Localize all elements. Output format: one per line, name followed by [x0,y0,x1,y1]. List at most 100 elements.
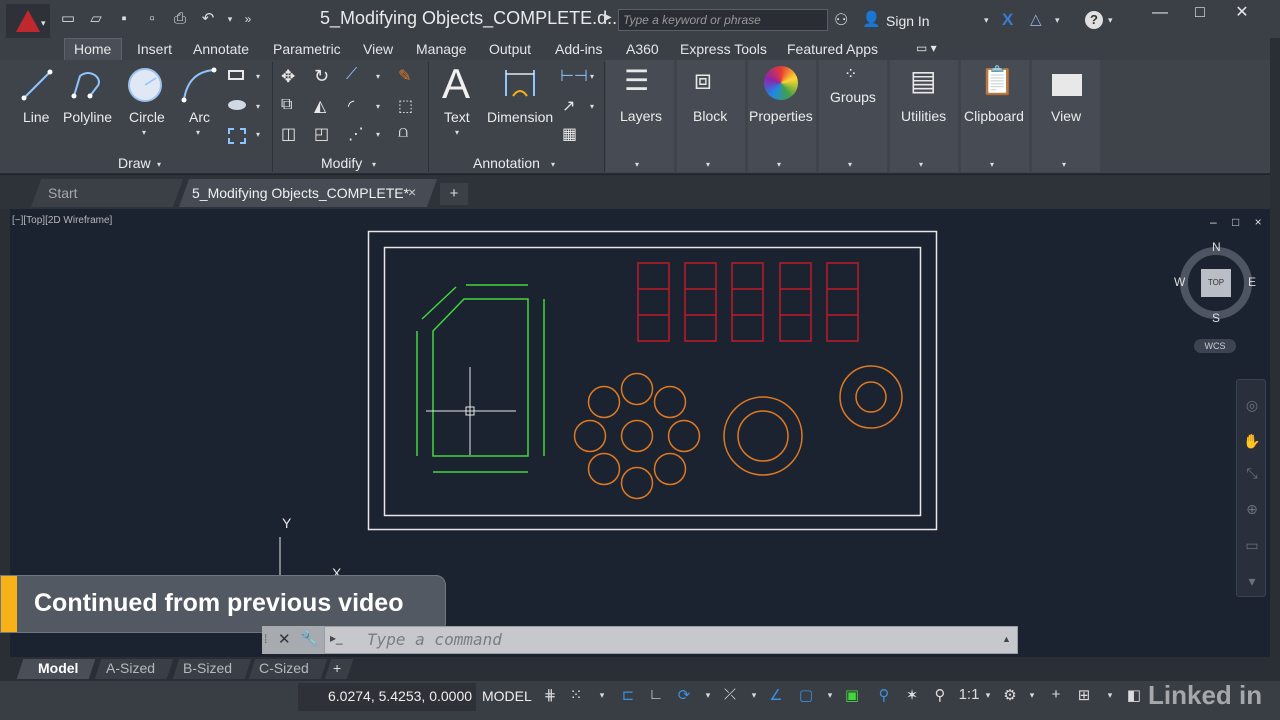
table-icon[interactable]: ▦ [562,124,577,144]
boundary-icon[interactable] [228,128,246,144]
close-icon[interactable]: ✕ [278,630,291,648]
tab-parametric[interactable]: Parametric [273,41,341,57]
chevron-down-icon[interactable]: ▾ [372,160,376,169]
tab-add-ins[interactable]: Add-ins [555,41,602,57]
close-icon[interactable]: ✕ [1222,4,1262,24]
wcs-menu-button[interactable]: WCS [1194,339,1236,353]
object-snap-icon[interactable]: ▢ [796,686,816,704]
chevron-down-icon[interactable]: ▾ [376,102,380,111]
save-icon[interactable]: ▪ [114,10,134,28]
workspace-gear-icon[interactable]: ⚙ [1000,686,1020,704]
chevron-down-icon[interactable]: ▾ [256,102,260,111]
tab-start[interactable]: Start [48,185,78,201]
binoculars-icon[interactable]: ⚇ [834,10,848,30]
wrench-icon[interactable]: 🔧 [300,630,319,648]
compass-e[interactable]: E [1248,275,1256,289]
application-menu-button[interactable]: ▾ [6,4,50,38]
object-snap-tracking-icon[interactable]: ∠ [766,686,786,704]
scale-icon[interactable]: ◰ [314,124,329,144]
dynamic-input-icon[interactable]: ⊏ [618,686,638,704]
zoom-icon[interactable]: ⤡ [1243,464,1261,482]
trim-icon[interactable]: ⟋ [346,66,357,84]
steering-wheel-icon[interactable]: ◎ [1243,396,1261,414]
add-layout-icon[interactable]: + [333,660,341,676]
circle-button[interactable]: Circle [129,109,165,125]
move-icon[interactable]: ✥ [281,67,295,87]
save-as-icon[interactable]: ▫ [142,10,162,28]
polyline-button[interactable]: Polyline [63,109,112,125]
chevron-down-icon[interactable]: ▾ [376,130,380,139]
chevron-down-icon[interactable]: ▾ [706,160,710,169]
chevron-down-icon[interactable]: ▾ [142,128,146,137]
tab-c-sized[interactable]: C-Sized [259,660,309,676]
chevron-down-icon[interactable]: ▾ [635,160,639,169]
tab-b-sized[interactable]: B-Sized [183,660,232,676]
arc-button[interactable]: Arc [189,109,210,125]
chevron-down-icon[interactable]: ▾ [777,160,781,169]
chevron-down-icon[interactable]: ▾ [698,690,718,701]
isolate-objects-icon[interactable]: ◧ [1124,686,1144,704]
chevron-down-icon[interactable]: ▾ [848,160,852,169]
navbar-menu-icon[interactable]: ▾ [1243,572,1261,590]
user-icon[interactable]: 👤 [862,10,881,28]
open-icon[interactable]: ▱ [86,10,106,28]
chevron-down-icon[interactable]: ▾ [1100,690,1120,701]
viewcube-top-face[interactable]: TOP [1201,269,1231,297]
new-icon[interactable]: ▭ [58,10,78,28]
erase-icon[interactable]: ✎ [398,66,411,86]
compass-w[interactable]: W [1174,275,1185,289]
tab-home[interactable]: Home [74,41,111,57]
tab-output[interactable]: Output [489,41,531,57]
ortho-icon[interactable]: ∟ [646,686,666,703]
command-placeholder[interactable]: Type a command [367,630,502,649]
copy-icon[interactable]: ⧉ [281,96,292,114]
search-arrow-icon[interactable]: ▶ [604,12,612,23]
leader-icon[interactable]: ↗ [562,96,575,116]
chevron-down-icon[interactable]: ▾ [1022,690,1042,701]
viewcube[interactable]: TOP N S E W [1170,237,1262,337]
coordinates-readout[interactable]: 6.0274, 5.4253, 0.0000 [328,688,472,704]
exchange-apps-icon[interactable]: X [1002,10,1013,30]
view-button[interactable]: View [1051,108,1081,124]
chevron-down-icon[interactable]: ▾ [820,690,840,701]
grid-icon[interactable]: ⋕ [540,686,560,704]
compass-s[interactable]: S [1212,311,1220,325]
tab-model[interactable]: Model [38,660,78,676]
chevron-down-icon[interactable]: ▾ [590,102,594,111]
orbit-icon[interactable]: ⊕ [1243,500,1261,518]
mirror-icon[interactable]: ◭ [314,96,326,116]
chevron-down-icon[interactable]: ▾ [256,130,260,139]
utilities-button[interactable]: Utilities [901,108,946,124]
hatch-icon[interactable] [228,100,246,110]
clipboard-button[interactable]: Clipboard [964,108,1024,124]
tab-annotate[interactable]: Annotate [193,41,249,57]
chevron-down-icon[interactable]: ▾ [455,128,459,137]
pan-icon[interactable]: ✋ [1243,432,1261,450]
maximize-icon[interactable]: □ [1180,4,1220,24]
polar-tracking-icon[interactable]: ⟳ [674,686,694,704]
chevron-down-icon[interactable]: ▾ [1108,15,1113,26]
units-icon[interactable]: ⊞ [1074,686,1094,704]
model-space-button[interactable]: MODEL [482,688,532,704]
annotation-scale-icon[interactable]: ⚲ [930,686,950,704]
offset-icon[interactable]: ⩍ [398,124,408,142]
compass-n[interactable]: N [1212,240,1221,254]
layers-button[interactable]: Layers [620,108,662,124]
tab-express-tools[interactable]: Express Tools [680,41,767,57]
undo-icon[interactable]: ↶ [198,10,218,28]
annotation-monitor-icon[interactable]: + [1046,686,1066,703]
fillet-icon[interactable]: ◜ [348,96,354,116]
tab-a-sized[interactable]: A-Sized [106,660,155,676]
grip-icon[interactable]: ⁞ [264,632,267,646]
chevron-down-icon[interactable]: ▾ [551,160,555,169]
autodesk-icon[interactable]: △ [1030,10,1042,28]
close-tab-icon[interactable]: × [408,184,416,200]
tab-manage[interactable]: Manage [416,41,467,57]
stretch-icon[interactable]: ◫ [281,124,296,144]
tab-insert[interactable]: Insert [137,41,172,57]
annotation-panel-label[interactable]: Annotation [473,155,540,171]
draw-panel-label[interactable]: Draw [118,155,151,171]
sign-in-link[interactable]: Sign In [886,13,930,29]
tab-featured-apps[interactable]: Featured Apps [787,41,878,57]
undo-dropdown-icon[interactable]: ▾ [220,10,240,28]
